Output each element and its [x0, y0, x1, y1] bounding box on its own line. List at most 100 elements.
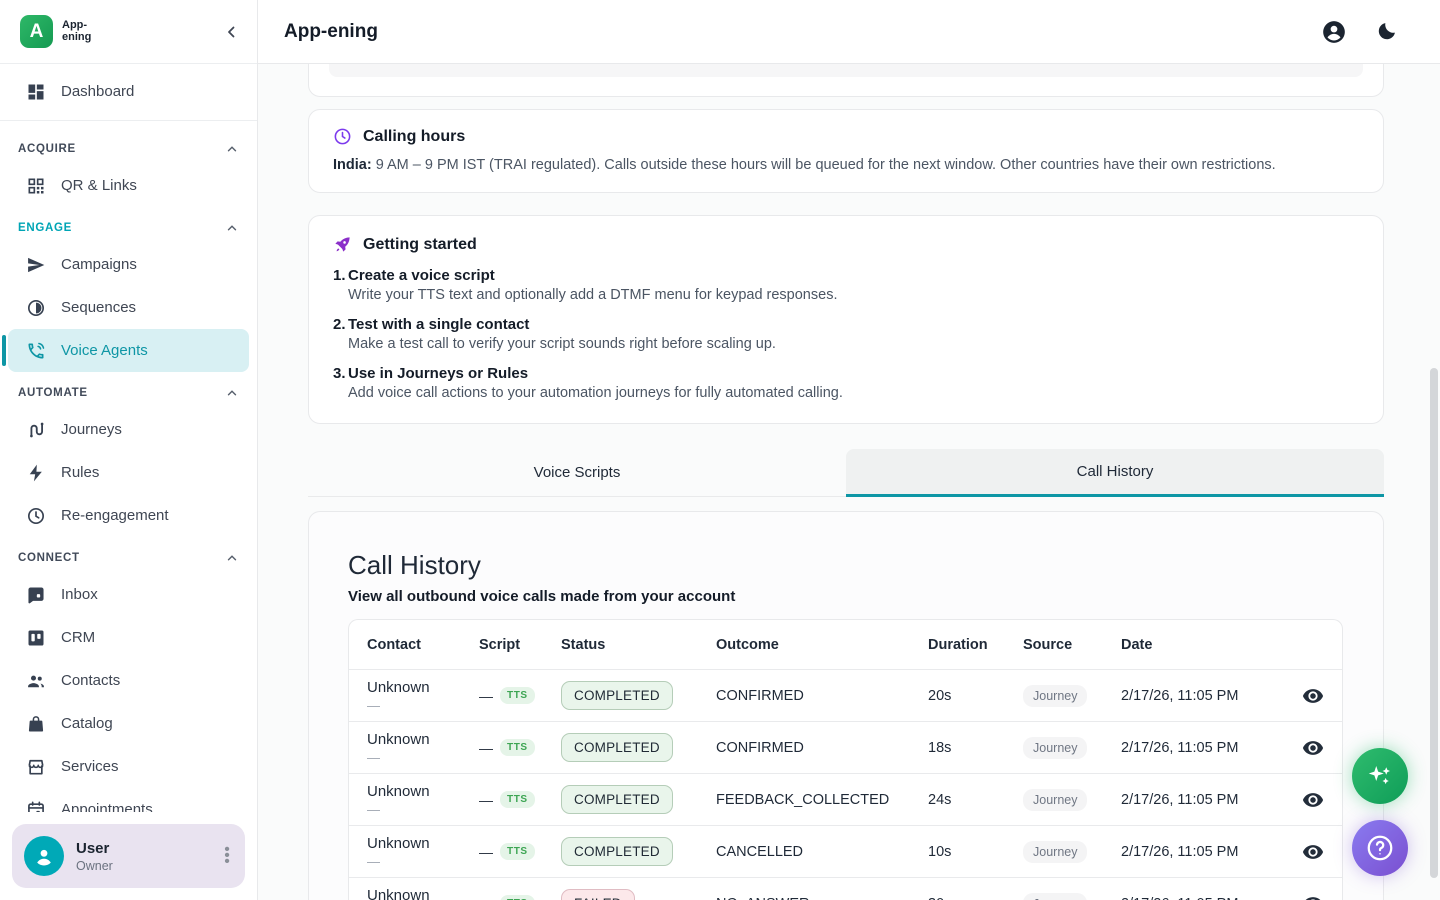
- sidebar-section-connect[interactable]: CONNECT: [0, 537, 257, 573]
- duration: 18s: [928, 740, 1023, 756]
- calling-hours-title: Calling hours: [363, 128, 465, 146]
- table-row: Unknown— —TTS COMPLETED CONFIRMED 20s Jo…: [349, 670, 1342, 722]
- sidebar-item-label: QR & Links: [61, 177, 137, 194]
- column-contact: Contact: [367, 637, 479, 653]
- eye-icon[interactable]: [1302, 893, 1324, 900]
- partial-card-above: [308, 64, 1384, 97]
- getting-started-step: 1. Create a voice script Write your TTS …: [333, 267, 1359, 303]
- appointments-icon: [26, 800, 46, 813]
- sidebar-item-label: Voice Agents: [61, 342, 148, 359]
- help-button[interactable]: [1352, 820, 1408, 876]
- call-history-panel: Call History View all outbound voice cal…: [308, 511, 1384, 900]
- sidebar-item-appointments[interactable]: Appointments: [8, 788, 249, 812]
- date: 2/17/26, 11:05 PM: [1121, 740, 1296, 756]
- outcome: CANCELLED: [716, 844, 928, 860]
- ai-assistant-button[interactable]: [1352, 748, 1408, 804]
- rocket-icon: [333, 235, 352, 254]
- contact-name: Unknown: [367, 887, 430, 900]
- sidebar-item-dashboard[interactable]: Dashboard: [8, 70, 249, 113]
- sidebar-section-engage[interactable]: ENGAGE: [0, 207, 257, 243]
- collapse-sidebar-icon[interactable]: [223, 23, 241, 41]
- eye-icon[interactable]: [1302, 841, 1324, 863]
- step-number: 3.: [333, 365, 348, 382]
- account-icon[interactable]: [1321, 19, 1347, 45]
- date: 2/17/26, 11:05 PM: [1121, 896, 1296, 900]
- sidebar-item-label: Contacts: [61, 672, 120, 689]
- crm-icon: [26, 628, 46, 648]
- sidebar-section-automate[interactable]: AUTOMATE: [0, 372, 257, 408]
- duration: 24s: [928, 792, 1023, 808]
- sidebar-divider: [0, 120, 257, 121]
- sidebar-user-area: User Owner •••: [0, 812, 257, 900]
- user-role: Owner: [76, 859, 219, 873]
- calling-hours-country: India:: [333, 157, 372, 173]
- status-badge: COMPLETED: [561, 837, 673, 866]
- main-area: App-ening Calling hours India: 9 AM – 9 …: [258, 0, 1440, 900]
- sparkles-icon: [1365, 761, 1395, 791]
- script-dash: —: [479, 688, 493, 704]
- sidebar-section-acquire[interactable]: ACQUIRE: [0, 128, 257, 164]
- sidebar-item-qr-links[interactable]: QR & Links: [8, 164, 249, 207]
- scrollbar-thumb[interactable]: [1430, 368, 1438, 878]
- sidebar-item-services[interactable]: Services: [8, 745, 249, 788]
- tts-badge: TTS: [500, 739, 535, 756]
- sidebar-item-voice-agents[interactable]: Voice Agents: [8, 329, 249, 372]
- contact-sub: —: [367, 750, 479, 765]
- script-dash: —: [479, 740, 493, 756]
- tab-call-history[interactable]: Call History: [846, 449, 1384, 497]
- sidebar-item-campaigns[interactable]: Campaigns: [8, 243, 249, 286]
- sidebar-item-sequences[interactable]: Sequences: [8, 286, 249, 329]
- getting-started-title: Getting started: [363, 236, 477, 254]
- user-card[interactable]: User Owner •••: [12, 824, 245, 888]
- sidebar-item-crm[interactable]: CRM: [8, 616, 249, 659]
- sidebar-item-rules[interactable]: Rules: [8, 451, 249, 494]
- outcome: NO_ANSWER: [716, 896, 928, 900]
- sidebar-item-label: Journeys: [61, 421, 122, 438]
- sidebar-item-re-engagement[interactable]: Re-engagement: [8, 494, 249, 537]
- column-date: Date: [1121, 637, 1296, 653]
- tts-badge: TTS: [500, 843, 535, 860]
- sidebar-item-inbox[interactable]: Inbox: [8, 573, 249, 616]
- sidebar-item-catalog[interactable]: Catalog: [8, 702, 249, 745]
- contact-name: Unknown: [367, 835, 430, 852]
- duration: 30s: [928, 896, 1023, 900]
- eye-icon[interactable]: [1302, 685, 1324, 707]
- sidebar-item-label: Appointments: [61, 801, 153, 812]
- section-label: AUTOMATE: [18, 387, 88, 399]
- column-outcome: Outcome: [716, 637, 928, 653]
- sidebar-nav: Dashboard ACQUIRE QR & Links ENGAGE Camp…: [0, 64, 257, 812]
- sidebar-item-journeys[interactable]: Journeys: [8, 408, 249, 451]
- sidebar-item-contacts[interactable]: Contacts: [8, 659, 249, 702]
- step-description: Add voice call actions to your automatio…: [348, 385, 1359, 401]
- contact-sub: —: [367, 698, 479, 713]
- tab-voice-scripts[interactable]: Voice Scripts: [308, 449, 846, 497]
- dark-mode-icon[interactable]: [1375, 20, 1398, 43]
- script-dash: —: [479, 792, 493, 808]
- duration: 10s: [928, 844, 1023, 860]
- page-title: App-ening: [284, 21, 378, 43]
- kebab-menu-icon[interactable]: •••: [219, 847, 235, 865]
- script-dash: —: [479, 844, 493, 860]
- eye-icon[interactable]: [1302, 789, 1324, 811]
- user-name: User: [76, 840, 219, 857]
- campaigns-icon: [26, 255, 46, 275]
- table-row: Unknown— —TTS COMPLETED CANCELLED 10s Jo…: [349, 826, 1342, 878]
- table-row: Unknown— —TTS COMPLETED CONFIRMED 18s Jo…: [349, 722, 1342, 774]
- status-badge: COMPLETED: [561, 733, 673, 762]
- column-source: Source: [1023, 637, 1121, 653]
- app-logo-text: App- ening: [62, 20, 91, 43]
- eye-icon[interactable]: [1302, 737, 1324, 759]
- contact-name: Unknown: [367, 783, 430, 800]
- voice-agents-icon: [26, 341, 46, 361]
- step-title: Use in Journeys or Rules: [348, 365, 1359, 382]
- getting-started-step: 3. Use in Journeys or Rules Add voice ca…: [333, 365, 1359, 401]
- sidebar-item-label: Inbox: [61, 586, 98, 603]
- call-history-table: Contact Script Status Outcome Duration S…: [348, 619, 1343, 900]
- outcome: FEEDBACK_COLLECTED: [716, 792, 928, 808]
- app-logo: A: [20, 15, 53, 48]
- chevron-up-icon: [225, 551, 239, 565]
- content-scroll-area[interactable]: Calling hours India: 9 AM – 9 PM IST (TR…: [258, 64, 1440, 900]
- status-badge: COMPLETED: [561, 681, 673, 710]
- tts-badge: TTS: [500, 687, 535, 704]
- rules-icon: [26, 463, 46, 483]
